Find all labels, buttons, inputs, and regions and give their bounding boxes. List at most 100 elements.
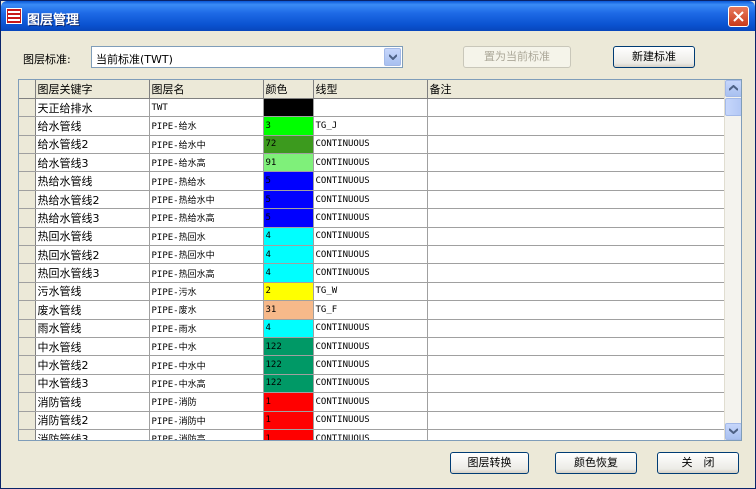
layer-name-cell[interactable]: PIPE-热给水中 <box>149 190 264 210</box>
layer-name-cell[interactable]: PIPE-热回水高 <box>149 263 264 283</box>
layer-linetype-cell[interactable]: CONTINUOUS <box>313 263 428 283</box>
table-row[interactable]: 污水管线 PIPE-污水 2 TG_W <box>19 282 727 302</box>
layer-note-cell[interactable] <box>427 282 727 302</box>
row-header[interactable] <box>19 190 36 210</box>
layer-key-cell[interactable]: 给水管线 <box>35 116 150 136</box>
standard-select[interactable]: 当前标准(TWT) <box>91 46 403 68</box>
layer-key-cell[interactable]: 天正给排水 <box>35 98 150 118</box>
layer-key-cell[interactable]: 热给水管线 <box>35 171 150 191</box>
color-restore-button[interactable]: 颜色恢复 <box>555 452 637 474</box>
layer-name-cell[interactable]: PIPE-雨水 <box>149 319 264 338</box>
layer-name-cell[interactable]: PIPE-热回水 <box>149 227 264 247</box>
layer-linetype-cell[interactable]: CONTINUOUS <box>313 208 428 228</box>
layer-note-cell[interactable] <box>427 300 727 320</box>
table-row[interactable]: 热回水管线3 PIPE-热回水高 4 CONTINUOUS <box>19 263 727 283</box>
layer-name-cell[interactable]: PIPE-热回水中 <box>149 245 264 265</box>
layer-note-cell[interactable] <box>427 98 727 118</box>
layer-note-cell[interactable] <box>427 374 727 394</box>
table-row[interactable]: 天正给排水 TWT <box>19 98 727 118</box>
table-row[interactable]: 中水管线 PIPE-中水 122 CONTINUOUS <box>19 337 727 357</box>
row-header[interactable] <box>19 98 36 118</box>
layer-name-cell[interactable]: PIPE-消防 <box>149 392 264 412</box>
layer-color-cell[interactable]: 122 <box>263 374 314 394</box>
layer-color-cell[interactable]: 4 <box>263 227 314 247</box>
scroll-thumb[interactable] <box>725 98 741 116</box>
layer-color-cell[interactable]: 5 <box>263 190 314 210</box>
layer-note-cell[interactable] <box>427 190 727 210</box>
layer-note-cell[interactable] <box>427 429 727 440</box>
layer-name-cell[interactable]: PIPE-中水高 <box>149 374 264 394</box>
layer-key-cell[interactable]: 雨水管线 <box>35 319 150 338</box>
layer-color-cell[interactable]: 1 <box>263 392 314 412</box>
column-header[interactable]: 线型 <box>313 80 428 99</box>
row-header[interactable] <box>19 374 36 394</box>
layer-linetype-cell[interactable]: CONTINUOUS <box>313 337 428 357</box>
row-header[interactable] <box>19 171 36 191</box>
layer-convert-button[interactable]: 图层转换 <box>450 452 529 474</box>
layer-linetype-cell[interactable]: TG_F <box>313 300 428 320</box>
layer-linetype-cell[interactable]: CONTINUOUS <box>313 171 428 191</box>
new-standard-button[interactable]: 新建标准 <box>613 46 695 68</box>
layer-key-cell[interactable]: 热回水管线3 <box>35 263 150 283</box>
layer-name-cell[interactable]: PIPE-污水 <box>149 282 264 302</box>
title-bar[interactable]: 图层管理 <box>1 1 755 31</box>
layer-key-cell[interactable]: 中水管线2 <box>35 355 150 375</box>
layer-name-cell[interactable]: TWT <box>149 98 264 118</box>
layer-linetype-cell[interactable]: CONTINUOUS <box>313 392 428 412</box>
table-row[interactable]: 中水管线3 PIPE-中水高 122 CONTINUOUS <box>19 374 727 394</box>
row-header[interactable] <box>19 208 36 228</box>
layer-note-cell[interactable] <box>427 116 727 136</box>
layer-key-cell[interactable]: 给水管线3 <box>35 153 150 173</box>
table-row[interactable]: 给水管线2 PIPE-给水中 72 CONTINUOUS <box>19 135 727 155</box>
table-row[interactable]: 热给水管线3 PIPE-热给水高 5 CONTINUOUS <box>19 208 727 228</box>
table-row[interactable]: 热回水管线 PIPE-热回水 4 CONTINUOUS <box>19 227 727 247</box>
layer-color-cell[interactable]: 1 <box>263 411 314 430</box>
layer-key-cell[interactable]: 废水管线 <box>35 300 150 320</box>
column-header[interactable]: 图层名 <box>149 80 264 99</box>
layer-linetype-cell[interactable]: TG_W <box>313 282 428 302</box>
table-row[interactable]: 废水管线 PIPE-废水 31 TG_F <box>19 300 727 320</box>
table-row[interactable]: 消防管线2 PIPE-消防中 1 CONTINUOUS <box>19 411 727 430</box>
layer-key-cell[interactable]: 消防管线 <box>35 392 150 412</box>
table-row[interactable]: 雨水管线 PIPE-雨水 4 CONTINUOUS <box>19 319 727 338</box>
layer-name-cell[interactable]: PIPE-给水高 <box>149 153 264 173</box>
row-header[interactable] <box>19 392 36 412</box>
layer-color-cell[interactable]: 5 <box>263 171 314 191</box>
row-header[interactable] <box>19 153 36 173</box>
row-header[interactable] <box>19 319 36 338</box>
layer-note-cell[interactable] <box>427 337 727 357</box>
layer-linetype-cell[interactable]: CONTINUOUS <box>313 411 428 430</box>
layer-color-cell[interactable]: 31 <box>263 300 314 320</box>
layer-key-cell[interactable]: 消防管线2 <box>35 411 150 430</box>
column-header[interactable]: 颜色 <box>263 80 314 99</box>
layer-linetype-cell[interactable]: CONTINUOUS <box>313 245 428 265</box>
table-row[interactable]: 热给水管线 PIPE-热给水 5 CONTINUOUS <box>19 171 727 191</box>
layer-color-cell[interactable] <box>263 98 314 118</box>
layer-color-cell[interactable]: 3 <box>263 116 314 136</box>
layer-linetype-cell[interactable]: CONTINUOUS <box>313 355 428 375</box>
layer-linetype-cell[interactable]: CONTINUOUS <box>313 153 428 173</box>
layer-key-cell[interactable]: 给水管线2 <box>35 135 150 155</box>
layer-linetype-cell[interactable]: CONTINUOUS <box>313 429 428 440</box>
layer-color-cell[interactable]: 5 <box>263 208 314 228</box>
layer-note-cell[interactable] <box>427 263 727 283</box>
layer-linetype-cell[interactable]: CONTINUOUS <box>313 227 428 247</box>
table-row[interactable]: 热给水管线2 PIPE-热给水中 5 CONTINUOUS <box>19 190 727 210</box>
layer-linetype-cell[interactable]: CONTINUOUS <box>313 190 428 210</box>
layer-color-cell[interactable]: 122 <box>263 337 314 357</box>
layer-key-cell[interactable]: 中水管线3 <box>35 374 150 394</box>
vertical-scrollbar[interactable] <box>724 80 741 440</box>
layer-key-cell[interactable]: 污水管线 <box>35 282 150 302</box>
layer-color-cell[interactable]: 4 <box>263 263 314 283</box>
close-window-button[interactable] <box>728 6 749 27</box>
scroll-up-button[interactable] <box>725 80 741 97</box>
row-header[interactable] <box>19 227 36 247</box>
layer-color-cell[interactable]: 1 <box>263 429 314 440</box>
table-row[interactable]: 给水管线 PIPE-给水 3 TG_J <box>19 116 727 136</box>
standard-select-arrow[interactable] <box>384 48 401 66</box>
layer-note-cell[interactable] <box>427 319 727 338</box>
row-header[interactable] <box>19 411 36 430</box>
layer-name-cell[interactable]: PIPE-消防高 <box>149 429 264 440</box>
table-row[interactable]: 消防管线3 PIPE-消防高 1 CONTINUOUS <box>19 429 727 440</box>
layer-linetype-cell[interactable] <box>313 98 428 118</box>
